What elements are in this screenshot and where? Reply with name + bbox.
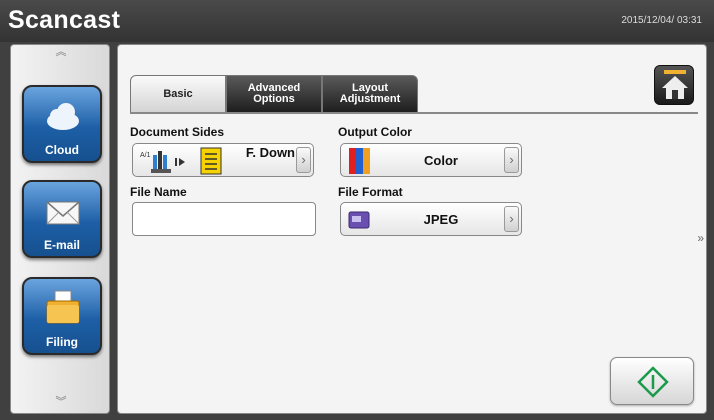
tab-bar: Basic Advanced Options Layout Adjustment [130, 75, 418, 113]
tab-advanced-options[interactable]: Advanced Options [226, 75, 322, 113]
sidebar: ︽ Cloud E-mail Filing ︾ [10, 44, 110, 414]
document-sides-selector[interactable]: A/1 F. Down › [132, 143, 314, 177]
output-color-selector[interactable]: Color › [340, 143, 522, 177]
sidebar-item-label: Cloud [45, 143, 79, 157]
home-icon [662, 70, 688, 99]
file-name-input[interactable] [132, 202, 316, 236]
chevron-right-icon[interactable]: › [504, 147, 519, 173]
sidebar-item-label: Filing [46, 335, 78, 349]
image-file-icon [348, 211, 370, 229]
envelope-icon [46, 201, 80, 225]
sidebar-item-filing[interactable]: Filing [22, 277, 102, 355]
document-sides-value: F. Down [245, 145, 295, 160]
duplex-pages-icon: A/1 [140, 151, 185, 173]
chevron-right-icon[interactable]: › [296, 147, 311, 173]
cloud-icon [47, 103, 79, 130]
page-face-down-icon [200, 147, 222, 175]
file-format-selector[interactable]: JPEG › [340, 202, 522, 236]
app-window: Scancast 2015/12/04/ 03:31 ︽ Cloud E-mai… [0, 0, 714, 420]
document-sides-label: Document Sides [130, 125, 225, 139]
tab-basic[interactable]: Basic [130, 75, 226, 113]
file-format-label: File Format [338, 185, 403, 199]
page-next-icon[interactable]: » [697, 231, 704, 245]
output-color-label: Output Color [338, 125, 412, 139]
sidebar-item-email[interactable]: E-mail [22, 180, 102, 258]
scroll-down-icon[interactable]: ︾ [11, 397, 111, 408]
sidebar-item-label: E-mail [43, 238, 80, 252]
svg-text:A/1: A/1 [140, 152, 151, 159]
start-scan-button[interactable] [610, 357, 694, 405]
home-button[interactable] [654, 65, 694, 105]
sidebar-item-cloud[interactable]: Cloud [22, 85, 102, 163]
output-color-value: Color [424, 153, 458, 168]
color-swatch-icon [349, 148, 370, 174]
title-bar: Scancast 2015/12/04/ 03:31 [0, 0, 714, 42]
datetime: 2015/12/04/ 03:31 [621, 15, 702, 26]
start-diamond-icon [637, 366, 669, 398]
chevron-right-icon[interactable]: › [504, 206, 519, 232]
file-name-label: File Name [130, 185, 187, 199]
tab-divider [130, 112, 698, 114]
app-title: Scancast [8, 6, 121, 34]
file-format-value: JPEG [423, 212, 459, 227]
scroll-up-icon[interactable]: ︽ [11, 47, 111, 58]
tab-layout-adjustment[interactable]: Layout Adjustment [322, 75, 418, 113]
main-panel: Basic Advanced Options Layout Adjustment… [117, 44, 707, 414]
folder-icon [46, 290, 80, 324]
